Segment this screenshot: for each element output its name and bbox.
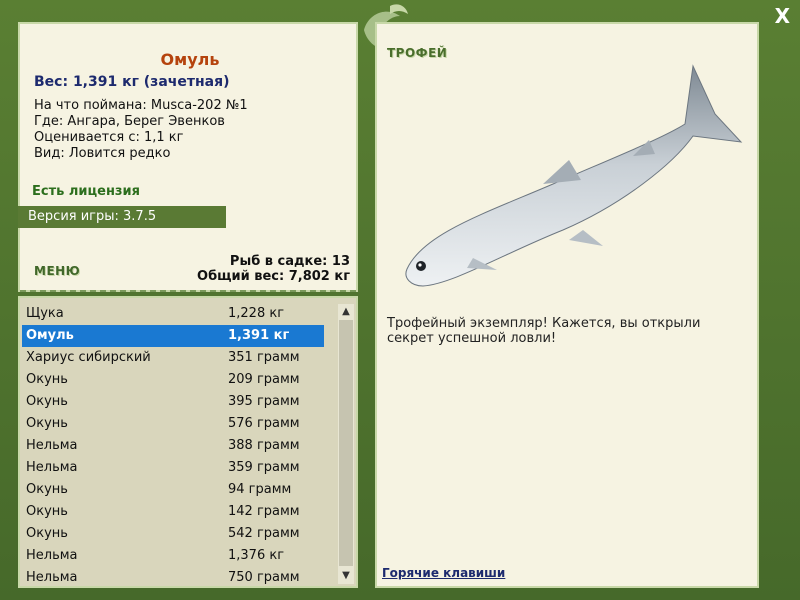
fish-weight-cell: 351 грамм [228,350,300,365]
fish-name-cell: Омуль [26,328,74,343]
fish-name: Омуль [160,50,220,69]
scrollbar[interactable]: ▲ ▼ [338,304,354,584]
fish-image [405,64,743,287]
hotkeys-link[interactable]: Горячие клавиши [382,566,505,580]
list-item[interactable]: Щука 1,228 кг [22,303,324,325]
catch-list: Щука 1,228 кг Омуль 1,391 кг Хариус сибирски… [18,296,358,588]
fish-name-cell: Окунь [26,372,68,387]
fish-weight-cell: 395 грамм [228,394,300,409]
game-version: Версия игры: 3.7.5 [18,206,226,228]
list-item[interactable]: Окунь 576 грамм [22,413,324,435]
species-rarity: Вид: Ловится редко [34,146,171,161]
fish-weight: Вес: 1,391 кг (зачетная) [34,74,230,90]
scroll-up-icon[interactable]: ▲ [338,304,354,320]
list-item[interactable]: Окунь 395 грамм [22,391,324,413]
fish-info-panel: Омуль Вес: 1,391 кг (зачетная) На что по… [18,22,358,292]
divider [20,290,356,292]
trophy-panel: ТРОФЕЙ Трофейный экземпляр! Кажется, вы … [375,22,759,588]
list-item[interactable]: Окунь 94 грамм [22,479,324,501]
fish-weight-cell: 359 грамм [228,460,300,475]
location: Где: Ангара, Берег Эвенков [34,114,225,129]
fish-weight-cell: 1,376 кг [228,548,285,563]
list-item[interactable]: Нельма 750 грамм [22,567,324,589]
list-item[interactable]: Хариус сибирский 351 грамм [22,347,324,369]
fish-weight-cell: 750 грамм [228,570,300,585]
fish-name-cell: Нельма [26,438,78,453]
fish-name-cell: Хариус сибирский [26,350,151,365]
list-item[interactable]: Нельма 1,376 кг [22,545,324,567]
fish-name-cell: Окунь [26,504,68,519]
fish-count: Рыб в садке: 13 [229,254,350,269]
list-item[interactable]: Окунь 542 грамм [22,523,324,545]
catch-rows: Щука 1,228 кг Омуль 1,391 кг Хариус сибирски… [22,303,324,589]
fish-name-cell: Нельма [26,460,78,475]
fish-name-cell: Окунь [26,394,68,409]
fish-weight-cell: 142 грамм [228,504,300,519]
fish-name-cell: Окунь [26,482,68,497]
trophy-description: Трофейный экземпляр! Кажется, вы открыли… [387,316,701,346]
close-button[interactable]: X [775,6,790,26]
fish-weight-cell: 542 грамм [228,526,300,541]
fish-name-cell: Нельма [26,548,78,563]
list-item[interactable]: Окунь 209 грамм [22,369,324,391]
list-item[interactable]: Окунь 142 грамм [22,501,324,523]
list-item[interactable]: Омуль 1,391 кг [22,325,324,347]
list-item[interactable]: Нельма 388 грамм [22,435,324,457]
scroll-thumb[interactable] [339,320,353,566]
scroll-down-icon[interactable]: ▼ [338,568,354,584]
caught-on: На что поймана: Musca-202 №1 [34,98,248,113]
fish-name-cell: Щука [26,306,64,321]
menu-button[interactable]: МЕНЮ [34,264,80,278]
rated-from: Оценивается с: 1,1 кг [34,130,184,145]
keepnet-stats: Рыб в садке: 13 Общий вес: 7,802 кг [197,254,350,284]
fish-name-cell: Окунь [26,526,68,541]
list-item[interactable]: Нельма 359 грамм [22,457,324,479]
license-status: Есть лицензия [32,184,140,199]
total-weight: Общий вес: 7,802 кг [197,269,350,284]
fish-weight-cell: 388 грамм [228,438,300,453]
fish-weight-cell: 576 грамм [228,416,300,431]
fish-weight-cell: 209 грамм [228,372,300,387]
fish-name-cell: Окунь [26,416,68,431]
fish-weight-cell: 1,228 кг [228,306,285,321]
fish-weight-cell: 1,391 кг [228,328,290,343]
fish-name-cell: Нельма [26,570,78,585]
fish-weight-cell: 94 грамм [228,482,292,497]
